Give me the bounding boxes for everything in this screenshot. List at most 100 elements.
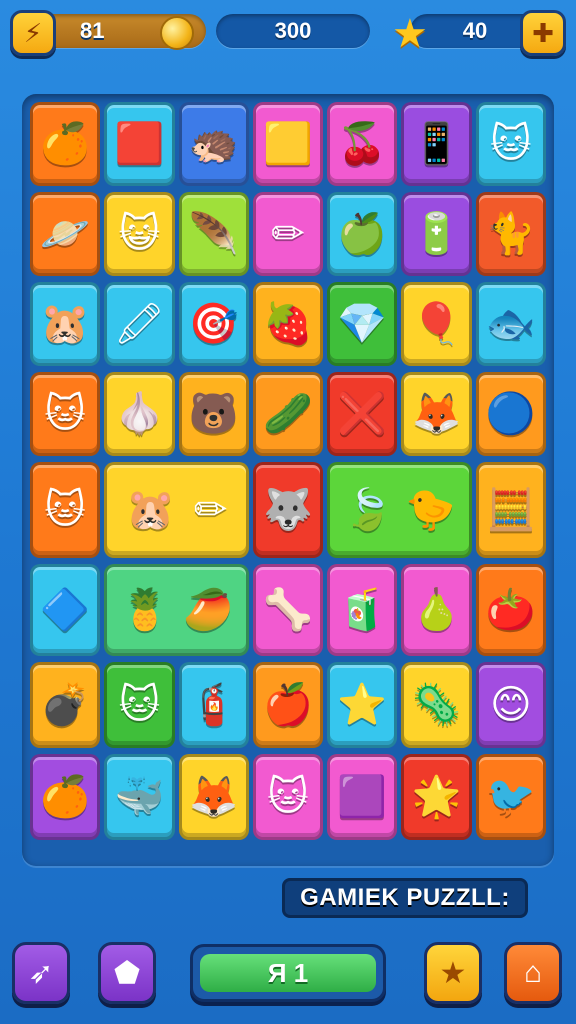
game-tile[interactable]: 🟪 — [327, 754, 398, 840]
game-tile[interactable]: 🍍 🥭 — [104, 564, 249, 656]
game-tile[interactable]: 🐈 — [475, 192, 546, 276]
tile-icon: 🟥 — [114, 121, 165, 167]
tile-icon: 🍐 — [411, 587, 462, 633]
game-tile[interactable]: 🖍 — [104, 282, 175, 366]
game-tile[interactable]: 🟥 — [104, 102, 175, 186]
board-row: 🐱 🧄 🐻 🥒 ❌ 🦊 🔵 — [30, 372, 546, 456]
coin-icon — [160, 16, 194, 50]
tile-icon: 💎 — [337, 301, 388, 347]
star-button[interactable]: ★ — [424, 942, 482, 1004]
tile-icon: 🦊 — [188, 774, 239, 820]
tile-icon: 🐱 — [267, 774, 309, 820]
game-tile[interactable]: 🧮 — [475, 462, 546, 558]
home-button[interactable]: ⌂ — [504, 942, 562, 1004]
tile-icon: 🐱 — [489, 121, 532, 167]
game-tile[interactable]: 🐱 — [30, 462, 101, 558]
game-tile[interactable]: 🌟 — [401, 754, 472, 840]
game-tile[interactable]: 💎 — [327, 282, 398, 366]
tile-icon: 🍎 — [263, 682, 313, 728]
game-tile[interactable]: 🧯 — [178, 662, 249, 748]
game-tile[interactable]: 🐱 — [30, 372, 101, 456]
game-tile[interactable]: 🦊 — [401, 372, 472, 456]
game-tile[interactable]: 🐱 — [104, 662, 175, 748]
game-tile[interactable]: 🍊 — [30, 102, 101, 186]
tile-icon: 🐳 — [114, 774, 165, 820]
game-tile[interactable]: 🪶 — [178, 192, 249, 276]
game-tile[interactable]: 💣 — [30, 662, 101, 748]
game-tile[interactable]: 🍅 — [475, 564, 546, 656]
game-tile[interactable]: 🧃 — [327, 564, 398, 656]
game-tile[interactable]: 🍐 — [401, 564, 472, 656]
game-tile[interactable]: 🥒 — [252, 372, 324, 456]
star-icon: ★ — [439, 956, 467, 990]
game-tile[interactable]: 🦴 — [252, 564, 324, 656]
game-tile[interactable]: 🐹 ✏ — [104, 462, 249, 558]
level-label: Я 1 — [267, 957, 309, 988]
lightning-star-icon[interactable]: ⚡ — [10, 10, 56, 56]
game-tile[interactable]: 🐺 — [252, 462, 324, 558]
tile-icon: 🐟 — [485, 301, 536, 347]
tile-icon: 🪐 — [40, 211, 91, 257]
tile-icon: 🐹 — [40, 301, 91, 347]
game-tile[interactable]: 🐱 — [475, 102, 546, 186]
game-tile[interactable]: 📱 — [401, 102, 472, 186]
game-tile[interactable]: 🍓 — [252, 282, 324, 366]
game-tile[interactable]: 🔷 — [30, 564, 101, 656]
tile-icon: 🦔 — [188, 121, 239, 167]
game-tile[interactable]: 🎯 — [178, 282, 249, 366]
tile-icon: ❌ — [337, 391, 388, 437]
game-tile[interactable]: 🦊 — [178, 754, 249, 840]
game-tile[interactable]: 😊 — [475, 662, 546, 748]
game-tile[interactable]: 😺 — [104, 192, 175, 276]
game-tile[interactable]: 🔋 — [401, 192, 472, 276]
tile-icon: 🦠 — [411, 682, 462, 728]
stars-value: 40 — [462, 18, 488, 43]
tile-icon: 🌟 — [411, 774, 462, 820]
game-tile[interactable]: 🔵 — [475, 372, 546, 456]
board-row: 🐱 🐹 ✏ 🐺 🍃 🐤 🧮 — [30, 462, 546, 558]
tile-icon: 🍅 — [485, 587, 536, 633]
tile-icon: 🍒 — [337, 121, 388, 167]
game-tile[interactable]: 🐻 — [178, 372, 249, 456]
game-tile[interactable]: 🍒 — [327, 102, 398, 186]
tile-icon: 🟪 — [337, 774, 388, 820]
game-tile[interactable]: 🪐 — [30, 192, 101, 276]
tile-icon: ⭐ — [337, 682, 388, 728]
tile-icon: 🖍 — [114, 301, 165, 347]
game-tile[interactable]: 🦔 — [178, 102, 249, 186]
tile-icon: 🧮 — [485, 487, 536, 533]
rocket-button[interactable]: ➶ — [12, 942, 70, 1004]
tile-icon: 🦴 — [263, 587, 313, 633]
add-button[interactable]: ✚ — [520, 10, 566, 56]
plus-icon: ✚ — [532, 17, 554, 48]
game-board: 🍊 🟥 🦔 🟨 🍒 📱 🐱 🪐 😺 🪶 ✏ 🍏 🔋 🐈 🐹 🖍 🎯 🍓 💎 🎈 🐟 🐱 🧄 🐻 🥒 ❌ 🦊 🔵 🐱 🐹 ✏ 🐺 🍃 🐤 🧮 🔷 🍍 🥭 🦴 🧃… — [22, 94, 554, 866]
game-tile[interactable]: 🍃 🐤 — [327, 462, 472, 558]
tile-icon: 🍊 — [40, 774, 91, 820]
tile-icon: 🎯 — [188, 301, 239, 347]
game-tile[interactable]: ⭐ — [327, 662, 398, 748]
game-tile[interactable]: 🐦 — [475, 754, 546, 840]
board-row: 💣 🐱 🧯 🍎 ⭐ 🦠 😊 — [30, 662, 546, 748]
game-tile[interactable]: 🧄 — [104, 372, 175, 456]
board-row: 🍊 🐳 🦊 🐱 🟪 🌟 🐦 — [30, 754, 546, 840]
game-tile[interactable]: 🦠 — [401, 662, 472, 748]
game-tile[interactable]: 🐳 — [104, 754, 175, 840]
game-tile[interactable]: 🍏 — [327, 192, 398, 276]
game-tile[interactable]: ✏ — [252, 192, 324, 276]
tile-icon: 🍏 — [337, 211, 388, 257]
game-tile[interactable]: 🍊 — [30, 754, 101, 840]
game-tile[interactable]: 🐹 — [30, 282, 101, 366]
game-tile[interactable]: 🟨 — [252, 102, 324, 186]
board-row: 🪐 😺 🪶 ✏ 🍏 🔋 🐈 — [30, 192, 546, 276]
tag-button[interactable]: ⬟ — [98, 942, 156, 1004]
level-progress[interactable]: Я 1 — [190, 944, 386, 1002]
game-tile[interactable]: 🐱 — [252, 754, 324, 840]
game-tile[interactable]: 🎈 — [401, 282, 472, 366]
tile-icon: 🧯 — [188, 682, 239, 728]
rocket-icon: ➶ — [28, 956, 54, 990]
game-tile[interactable]: 🐟 — [475, 282, 546, 366]
game-tile[interactable]: ❌ — [327, 372, 398, 456]
tile-icon: 🍓 — [263, 301, 313, 347]
game-tile[interactable]: 🍎 — [252, 662, 324, 748]
tile-icon: 🔷 — [40, 587, 91, 633]
